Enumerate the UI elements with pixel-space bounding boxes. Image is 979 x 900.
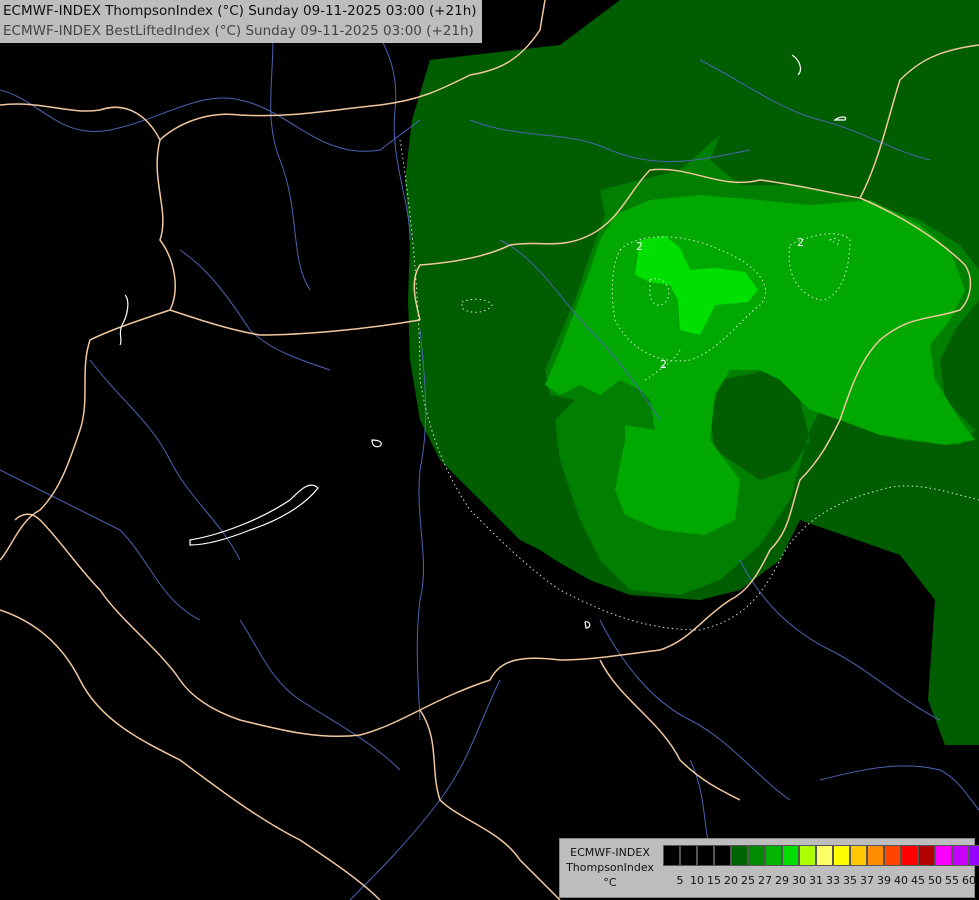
weather-map: 2 2 2 xyxy=(0,0,979,900)
legend-swatch xyxy=(816,845,833,866)
legend-swatch xyxy=(799,845,816,866)
legend-title-index: ThompsonIndex xyxy=(566,861,654,874)
legend-swatch xyxy=(901,845,918,866)
legend-swatch xyxy=(731,845,748,866)
legend-tick-label: 60 xyxy=(962,874,976,887)
legend-swatch xyxy=(833,845,850,866)
legend-swatch xyxy=(765,845,782,866)
legend-swatch xyxy=(935,845,952,866)
legend-swatch xyxy=(952,845,969,866)
contour-label: 2 xyxy=(636,240,643,253)
legend-swatch xyxy=(748,845,765,866)
legend-title-unit: °C xyxy=(603,876,617,889)
legend-swatch xyxy=(918,845,935,866)
contour-label: 2 xyxy=(660,358,667,371)
contour-label: 2 xyxy=(797,236,804,249)
title-line-lifted: ECMWF-INDEX BestLiftedIndex (°C) Sunday … xyxy=(3,23,474,39)
color-legend: ECMWF-INDEX ThompsonIndex °C 5 10 15 20 25 27… xyxy=(559,838,979,898)
legend-title-source: ECMWF-INDEX xyxy=(570,846,650,859)
legend-swatch xyxy=(867,845,884,866)
legend-swatch xyxy=(680,845,697,866)
legend-swatch xyxy=(714,845,731,866)
legend-swatch xyxy=(663,845,680,866)
legend-swatch xyxy=(782,845,799,866)
title-line-thompson: ECMWF-INDEX ThompsonIndex (°C) Sunday 09… xyxy=(3,3,477,19)
legend-swatch xyxy=(884,845,901,866)
legend-swatch xyxy=(697,845,714,866)
map-title-box: ECMWF-INDEX ThompsonIndex (°C) Sunday 09… xyxy=(0,0,482,43)
legend-swatch xyxy=(850,845,867,866)
legend-swatch xyxy=(969,845,979,866)
